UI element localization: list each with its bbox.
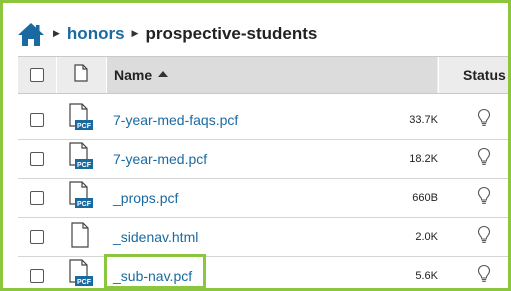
sort-ascending-icon	[158, 71, 169, 77]
lightbulb-icon[interactable]	[477, 108, 491, 133]
pcf-badge-label: PCF	[77, 122, 92, 129]
table-row[interactable]: PCF 7-year-med-faqs.pcf 33.7K	[18, 101, 508, 140]
name-column-label: Name	[114, 67, 153, 83]
row-select-cell	[18, 218, 56, 256]
select-all-cell	[18, 57, 57, 93]
table-row[interactable]: _sidenav.html 2.0K	[18, 218, 508, 257]
table-row[interactable]: PCF _props.pcf 660B	[18, 179, 508, 218]
lightbulb-icon[interactable]	[477, 147, 491, 172]
breadcrumb-current: prospective-students	[145, 24, 318, 43]
name-column-header[interactable]: Name	[107, 57, 437, 93]
lightbulb-icon[interactable]	[477, 186, 491, 211]
row-checkbox[interactable]	[30, 269, 44, 283]
file-type-cell: PCF	[62, 257, 98, 289]
status-cell	[474, 218, 494, 256]
file-name-link[interactable]: 7-year-med.pcf	[113, 140, 207, 178]
file-type-cell: PCF	[62, 179, 98, 217]
table-row[interactable]: PCF 7-year-med.pcf 18.2K	[18, 140, 508, 179]
pcf-file-icon: PCF	[66, 141, 94, 178]
file-size: 5.6K	[415, 270, 438, 282]
pcf-file-icon: PCF	[66, 180, 94, 217]
row-checkbox[interactable]	[30, 191, 44, 205]
pcf-badge-label: PCF	[77, 200, 92, 207]
status-column-header[interactable]: Status	[438, 57, 508, 93]
pcf-badge-label: PCF	[77, 278, 92, 285]
file-type-cell: PCF	[62, 140, 98, 178]
file-icon	[74, 63, 88, 87]
row-checkbox[interactable]	[30, 230, 44, 244]
home-icon[interactable]	[16, 21, 46, 47]
table-header-row: Name Status	[18, 56, 508, 94]
status-cell	[474, 257, 494, 289]
pcf-badge-label: PCF	[77, 161, 92, 168]
file-name-link[interactable]: _props.pcf	[113, 179, 178, 217]
row-checkbox[interactable]	[30, 152, 44, 166]
file-name-link[interactable]: _sidenav.html	[113, 218, 198, 256]
lightbulb-icon[interactable]	[477, 264, 491, 289]
file-size: 2.0K	[415, 231, 438, 243]
select-all-checkbox[interactable]	[30, 68, 44, 82]
file-type-cell	[62, 218, 98, 256]
pcf-file-icon: PCF	[66, 258, 94, 289]
file-size: 33.7K	[409, 114, 438, 126]
file-type-column-header	[56, 57, 107, 93]
row-select-cell	[18, 179, 56, 217]
file-rows: PCF 7-year-med-faqs.pcf 33.7K PCF 7-year-med…	[18, 101, 508, 289]
file-size: 18.2K	[409, 153, 438, 165]
file-icon	[66, 219, 94, 256]
file-name-link[interactable]: 7-year-med-faqs.pcf	[113, 101, 238, 139]
file-name-link[interactable]: _sub-nav.pcf	[113, 257, 192, 288]
lightbulb-icon[interactable]	[477, 225, 491, 250]
pcf-file-icon: PCF	[66, 102, 94, 139]
status-cell	[474, 140, 494, 178]
breadcrumb: ▶ honors ▶ prospective-students	[16, 17, 317, 51]
file-type-cell: PCF	[62, 101, 98, 139]
table-row[interactable]: PCF _sub-nav.pcf 5.6K	[18, 254, 508, 289]
row-select-cell	[18, 140, 56, 178]
row-select-cell	[18, 257, 56, 288]
breadcrumb-link-honors[interactable]: honors	[67, 24, 125, 44]
breadcrumb-separator-icon: ▶	[53, 27, 60, 38]
status-cell	[474, 101, 494, 139]
status-column-label: Status	[463, 67, 506, 83]
file-table: Name Status PCF 7-year-med-faqs.pcf 33.7K P…	[18, 56, 508, 289]
status-cell	[474, 179, 494, 217]
file-browser-frame: ▶ honors ▶ prospective-students Name Sta…	[0, 0, 511, 291]
row-select-cell	[18, 101, 56, 139]
row-checkbox[interactable]	[30, 113, 44, 127]
file-size: 660B	[412, 192, 438, 204]
breadcrumb-separator-icon: ▶	[131, 27, 139, 38]
